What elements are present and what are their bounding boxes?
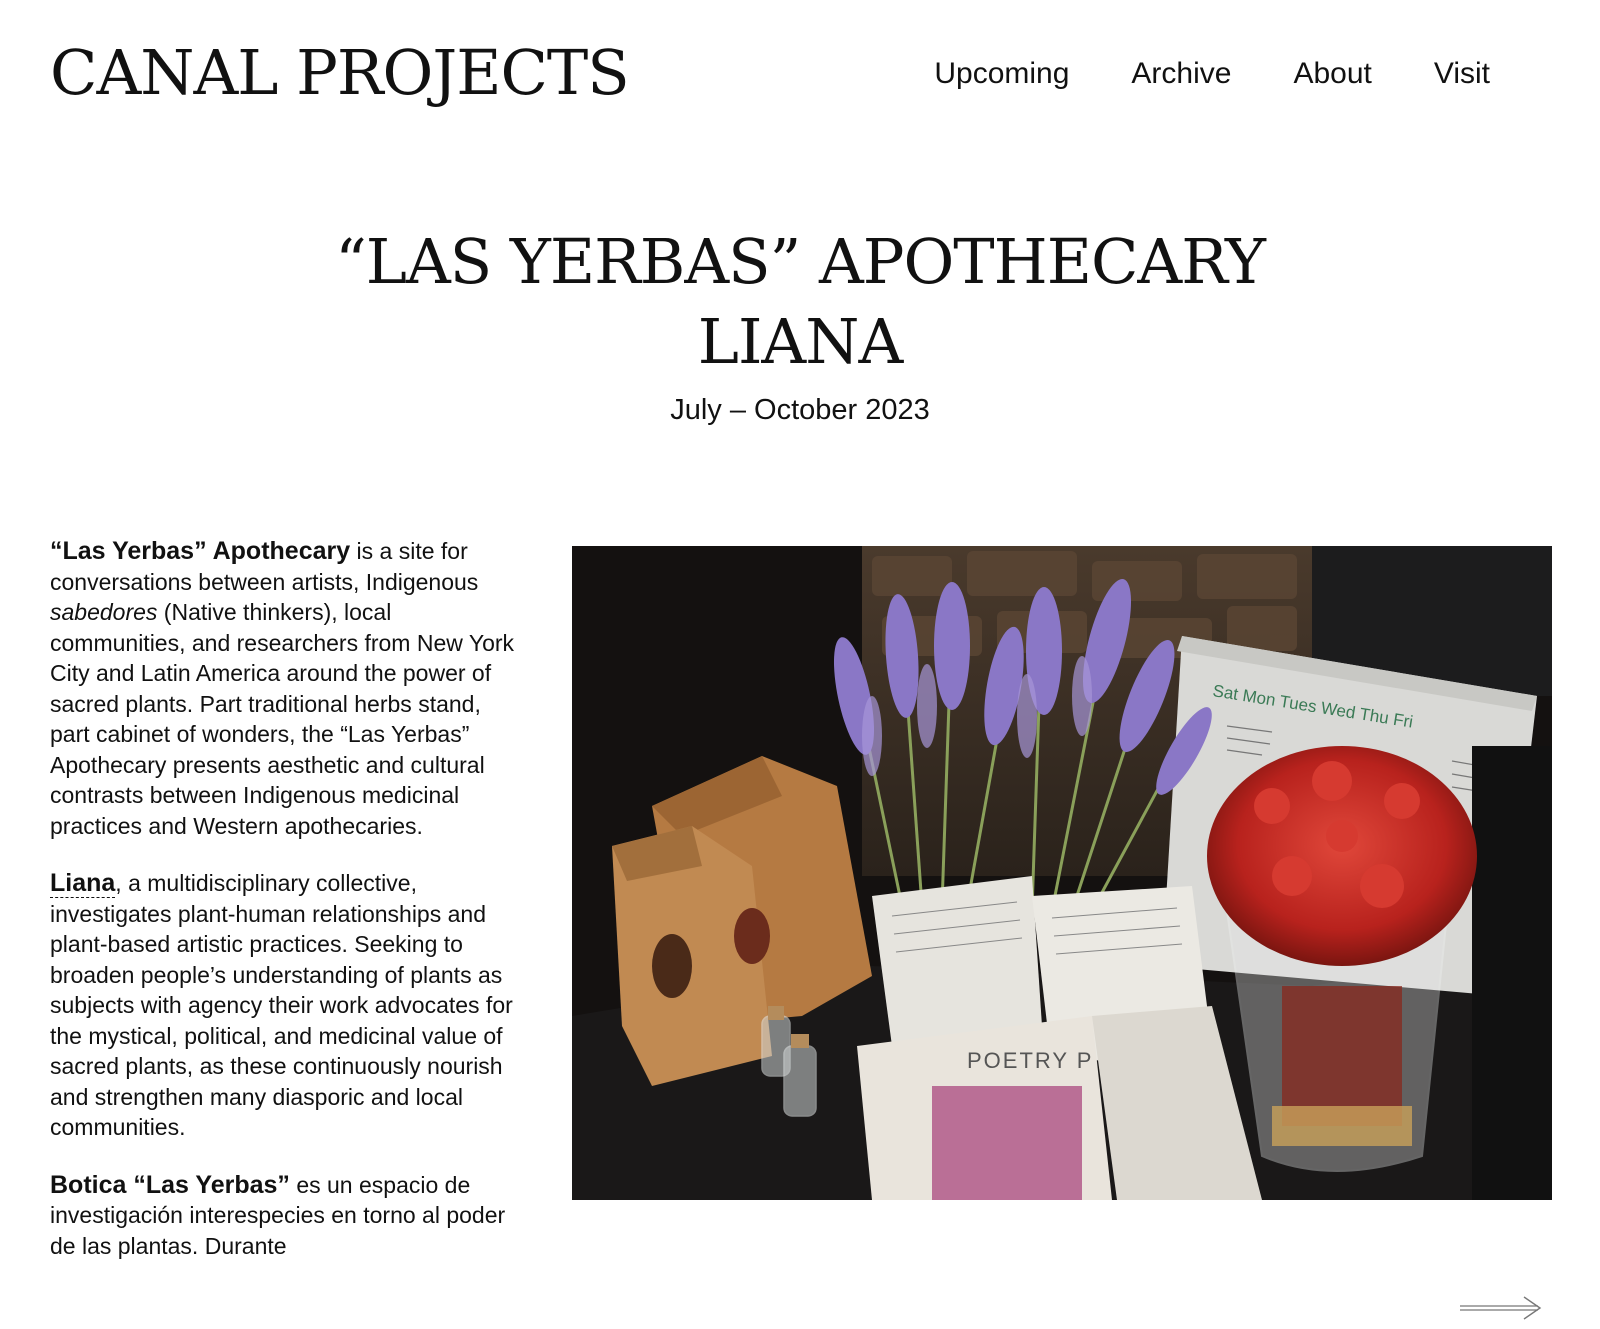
description-emphasis: sabedores [50, 599, 158, 625]
collective-paragraph: Liana, a multidisciplinary collective, i… [50, 868, 520, 1143]
collective-text: , a multidisciplinary collective, invest… [50, 870, 513, 1140]
apothecary-name: “Las Yerbas” Apothecary [50, 537, 351, 565]
description-paragraph-es: Botica “Las Yerbas” es un espacio de inv… [50, 1170, 520, 1262]
nav-visit[interactable]: Visit [1434, 56, 1490, 92]
exhibition-description: “Las Yerbas” Apothecary is a site for co… [50, 536, 520, 1329]
site-header: CANAL PROJECTS Upcoming Archive About Vi… [0, 0, 1600, 140]
site-logo[interactable]: CANAL PROJECTS [50, 42, 630, 104]
main-nav: Upcoming Archive About Visit [872, 56, 1490, 92]
packet-label: POETRY P [967, 1048, 1093, 1073]
arrow-right-icon[interactable] [1458, 1295, 1542, 1321]
description-text: (Native thinkers), local communities, an… [50, 599, 515, 839]
exhibition-title-block: “LAS YERBAS” APOTHECARY LIANA July – Oct… [0, 222, 1600, 427]
liana-link[interactable]: Liana [50, 869, 116, 898]
exhibition-dates: July – October 2023 [670, 394, 930, 426]
botica-name: Botica “Las Yerbas” [50, 1170, 290, 1199]
apothecary-installation-image: Sat Mon Tues Wed Thu Fri POETRY P [572, 546, 1552, 1200]
artist-name: LIANA [697, 305, 903, 378]
nav-upcoming[interactable]: Upcoming [934, 56, 1069, 92]
description-paragraph-en: “Las Yerbas” Apothecary is a site for co… [50, 536, 520, 841]
nav-about[interactable]: About [1293, 56, 1371, 92]
exhibition-photo[interactable]: Sat Mon Tues Wed Thu Fri POETRY P [572, 546, 1552, 1200]
exhibition-title: “LAS YERBAS” APOTHECARY [335, 225, 1266, 298]
nav-archive[interactable]: Archive [1131, 56, 1231, 92]
